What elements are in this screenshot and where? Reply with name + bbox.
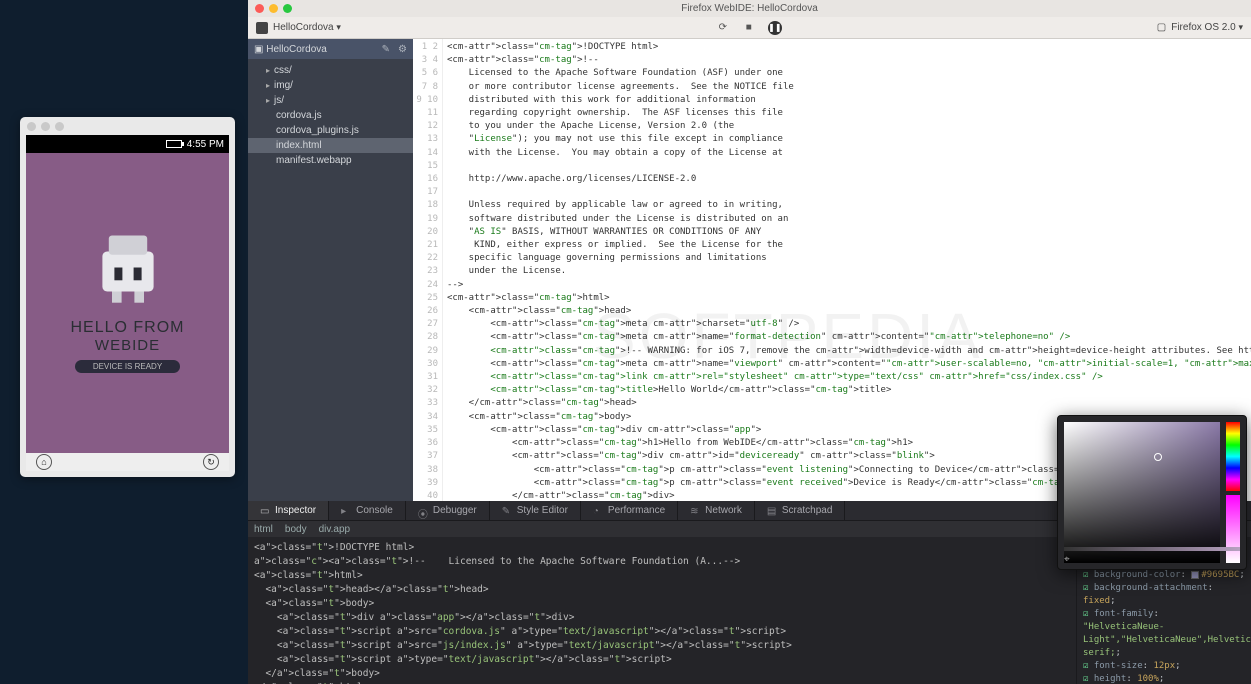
file-tree[interactable]: ▸css/▸img/▸js/cordova.jscordova_plugins.… — [248, 59, 413, 172]
project-sidebar: ▣ HelloCordova ✎⚙ ▸css/▸img/▸js/cordova.… — [248, 39, 413, 501]
line-gutter: 1 2 3 4 5 6 7 8 9 10 11 12 13 14 15 16 1… — [413, 39, 443, 501]
devtools-tab-style-editor[interactable]: ✎Style Editor — [490, 501, 581, 520]
tree-file[interactable]: cordova_plugins.js — [248, 123, 413, 138]
dom-inspector[interactable]: <a">class="t">!DOCTYPE html> a">class="c… — [248, 537, 1076, 684]
project-icon — [256, 22, 268, 34]
ide-window: Firefox WebIDE: HelloCordova HelloCordov… — [248, 0, 1251, 684]
cordova-robot-icon — [88, 234, 168, 309]
simulator-window: 4:55 PM HELLO FROM WEBIDE DEVICE IS READ… — [20, 117, 235, 477]
tree-folder[interactable]: ▸css/ — [248, 63, 413, 78]
picker-cursor[interactable] — [1154, 453, 1162, 461]
tree-folder[interactable]: ▸js/ — [248, 93, 413, 108]
app-heading-line2: WEBIDE — [95, 337, 160, 354]
hue-slider[interactable] — [1226, 422, 1240, 491]
eyedropper-icon[interactable]: ⌖ — [1064, 554, 1076, 565]
titlebar: Firefox WebIDE: HelloCordova — [248, 0, 1251, 17]
gear-icon[interactable]: ⚙ — [398, 44, 407, 55]
window-controls[interactable] — [248, 4, 299, 13]
window-title: Firefox WebIDE: HelloCordova — [248, 3, 1251, 14]
sim-window-buttons — [20, 117, 235, 136]
color-picker-popup[interactable]: ⌖ — [1057, 415, 1247, 570]
stop-button[interactable]: ■ — [742, 21, 756, 35]
breadcrumb-item[interactable]: html — [254, 524, 273, 535]
devtools-tab-network[interactable]: ≋Network — [678, 501, 755, 520]
sidebar-project-name: HelloCordova — [266, 44, 327, 55]
statusbar-time: 4:55 PM — [187, 139, 224, 150]
devtools-tab-debugger[interactable]: ⦿Debugger — [406, 501, 490, 520]
phone-softkeys: ⌂ ↻ — [26, 453, 229, 471]
battery-icon — [166, 140, 182, 148]
pause-button[interactable]: ❚❚ — [768, 21, 782, 35]
wrench-icon[interactable]: ✎ — [382, 44, 390, 55]
toolbar: HelloCordova ▾ ⟳ ■ ❚❚ ▢ Firefox OS 2.0 ▾ — [248, 17, 1251, 39]
tree-file[interactable]: cordova.js — [248, 108, 413, 123]
chevron-down-icon: ▾ — [1238, 22, 1243, 32]
sidebar-header: ▣ HelloCordova ✎⚙ — [248, 39, 413, 59]
project-dropdown[interactable]: HelloCordova ▾ — [273, 22, 341, 33]
tree-file[interactable]: index.html — [248, 138, 413, 153]
reload-button[interactable]: ↻ — [203, 454, 219, 470]
runtime-icon: ▢ — [1157, 22, 1166, 33]
device-ready-badge: DEVICE IS READY — [75, 360, 180, 373]
devtools-tab-performance[interactable]: ◔Performance — [581, 501, 678, 520]
tree-folder[interactable]: ▸img/ — [248, 78, 413, 93]
breadcrumb-item[interactable]: div.app — [319, 524, 351, 535]
app-viewport: HELLO FROM WEBIDE DEVICE IS READY — [26, 153, 229, 453]
tree-file[interactable]: manifest.webapp — [248, 153, 413, 168]
breadcrumb-item[interactable]: body — [285, 524, 307, 535]
devtools-tab-console[interactable]: ▸Console — [329, 501, 406, 520]
phone-statusbar: 4:55 PM — [26, 135, 229, 153]
home-button[interactable]: ⌂ — [36, 454, 52, 470]
phone-screen: 4:55 PM HELLO FROM WEBIDE DEVICE IS READ… — [26, 135, 229, 471]
app-heading-line1: HELLO FROM — [70, 319, 184, 337]
devtools-tab-inspector[interactable]: ▭Inspector — [248, 501, 329, 520]
saturation-field[interactable] — [1064, 422, 1220, 563]
lightness-slider[interactable] — [1064, 547, 1240, 551]
devtools-tab-scratchpad[interactable]: ▤Scratchpad — [755, 501, 846, 520]
refresh-button[interactable]: ⟳ — [716, 21, 730, 35]
runtime-dropdown[interactable]: Firefox OS 2.0 ▾ — [1171, 22, 1243, 33]
